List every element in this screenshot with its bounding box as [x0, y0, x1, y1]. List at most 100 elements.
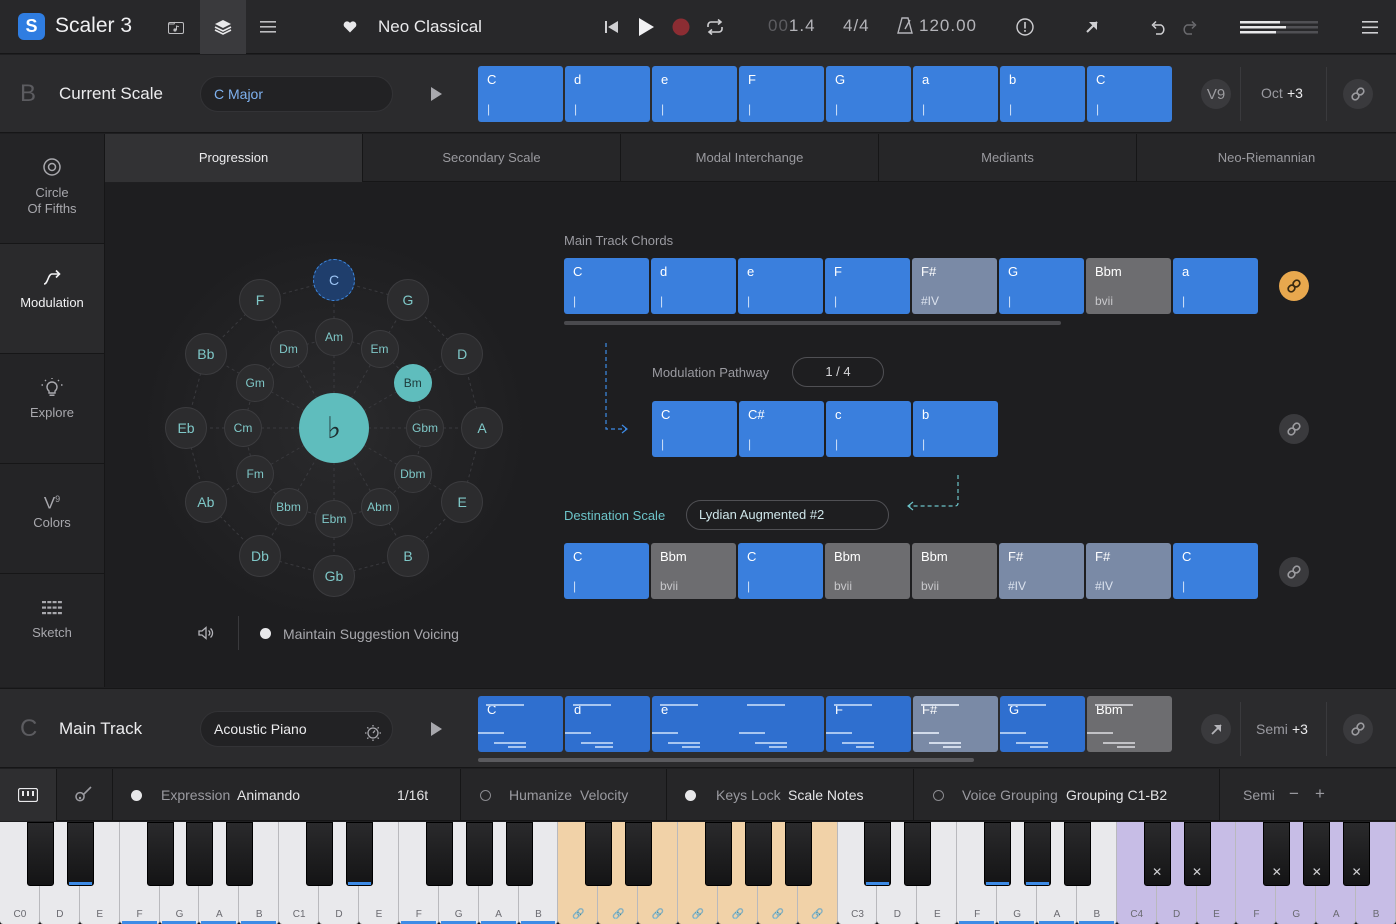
key-node-minor[interactable]: Bm	[393, 363, 432, 402]
key-node-major[interactable]: Ab	[184, 481, 227, 523]
alert-icon[interactable]	[1010, 0, 1040, 54]
piano-black-key[interactable]	[186, 822, 214, 886]
chord-block[interactable]: G |	[999, 258, 1084, 314]
undo-icon[interactable]	[1143, 0, 1173, 54]
chord-block[interactable]: d |	[565, 66, 650, 122]
track-chord-block[interactable]: Bbm	[1087, 696, 1172, 752]
tempo-value[interactable]: 120.00	[919, 16, 977, 36]
voice-grouping-toggle[interactable]	[933, 790, 944, 801]
key-node-minor[interactable]: Dbm	[393, 454, 432, 493]
chord-block[interactable]: C |	[564, 258, 649, 314]
key-node-major[interactable]: Db	[239, 535, 281, 578]
piano-black-key[interactable]	[505, 822, 533, 886]
destination-scale-selector[interactable]: Lydian Augmented #2	[686, 500, 889, 530]
piano-black-key[interactable]	[864, 822, 892, 886]
track-chord-block[interactable]: e	[652, 696, 824, 752]
chord-block[interactable]: C |	[738, 543, 823, 599]
key-node-major[interactable]: G	[387, 278, 429, 321]
semi-value[interactable]: +3	[1292, 721, 1308, 737]
keys-lock-value[interactable]: Scale Notes	[788, 787, 863, 803]
piano-black-key[interactable]	[585, 822, 613, 886]
tab-mediants[interactable]: Mediants	[879, 134, 1137, 182]
chord-block[interactable]: C |	[478, 66, 563, 122]
keyboard-view-icon[interactable]	[0, 769, 56, 821]
chord-block[interactable]: e |	[652, 66, 737, 122]
piano-black-key[interactable]	[984, 822, 1012, 886]
semi-minus-button[interactable]: −	[1289, 784, 1299, 804]
semi-plus-button[interactable]: +	[1315, 784, 1325, 804]
expression-rate[interactable]: 1/16t	[397, 787, 428, 803]
chord-block[interactable]: G |	[826, 66, 911, 122]
key-node-minor[interactable]: Abm	[360, 487, 399, 526]
chord-block[interactable]: a |	[913, 66, 998, 122]
piano-black-key[interactable]	[465, 822, 493, 886]
key-node-major[interactable]: C	[313, 259, 355, 301]
key-node-minor[interactable]: Em	[360, 330, 399, 369]
scale-link-icon[interactable]	[1343, 79, 1373, 109]
key-node-minor[interactable]: Gbm	[406, 409, 444, 447]
key-node-major[interactable]: Gb	[313, 555, 355, 597]
guitar-icon[interactable]	[74, 786, 92, 807]
voice-grouping-value[interactable]: Grouping C1-B2	[1066, 787, 1167, 803]
piano-black-key[interactable]: ✕	[1343, 822, 1371, 886]
octave-value[interactable]: +3	[1287, 85, 1303, 101]
piano-black-key[interactable]: ✕	[1143, 822, 1171, 886]
nav-sketch[interactable]: Sketch	[0, 574, 104, 684]
maintain-voicing-toggle[interactable]	[260, 628, 271, 639]
piano-black-key[interactable]: ✕	[1183, 822, 1211, 886]
chord-block[interactable]: C |	[1173, 543, 1258, 599]
key-node-major[interactable]: A	[461, 407, 503, 449]
key-node-major[interactable]: Bb	[184, 333, 227, 375]
chord-block[interactable]: a |	[1173, 258, 1258, 314]
chord-block[interactable]: Bbm bvii	[912, 543, 997, 599]
main-track-link-icon[interactable]	[1279, 271, 1309, 301]
piano-black-key[interactable]	[26, 822, 54, 886]
key-node-major[interactable]: B	[387, 535, 429, 578]
key-node-major[interactable]: F	[239, 278, 281, 321]
expression-toggle[interactable]	[131, 790, 142, 801]
piano-black-key[interactable]	[1063, 822, 1091, 886]
humanize-value[interactable]: Velocity	[580, 787, 628, 803]
tab-secondary-scale[interactable]: Secondary Scale	[363, 134, 621, 182]
track-chord-block[interactable]: G	[1000, 696, 1085, 752]
piano-black-key[interactable]	[704, 822, 732, 886]
heart-icon[interactable]	[328, 0, 372, 54]
pathway-link-icon[interactable]	[1279, 414, 1309, 444]
piano-black-key[interactable]	[146, 822, 174, 886]
track-chord-block[interactable]: F	[826, 696, 911, 752]
chord-block[interactable]: e |	[738, 258, 823, 314]
chord-block[interactable]: F# #IV	[999, 543, 1084, 599]
record-button[interactable]	[666, 0, 696, 54]
chord-block[interactable]: Bbm bvii	[651, 543, 736, 599]
key-node-major[interactable]: D	[441, 333, 484, 375]
layers-icon[interactable]	[200, 0, 246, 54]
tab-neo-riemannian[interactable]: Neo-Riemannian	[1137, 134, 1396, 182]
piano-black-key[interactable]	[66, 822, 94, 886]
chord-block[interactable]: Bbm bvii	[825, 543, 910, 599]
piano-black-key[interactable]: ✕	[1303, 822, 1331, 886]
track-chord-block[interactable]: F#	[913, 696, 998, 752]
piano-black-key[interactable]	[904, 822, 932, 886]
chord-block[interactable]: F |	[825, 258, 910, 314]
nav-colors[interactable]: V9 Colors	[0, 464, 104, 574]
nav-modulation[interactable]: Modulation	[0, 244, 104, 354]
scale-selector[interactable]: C Major	[200, 76, 393, 112]
skip-back-icon[interactable]	[596, 0, 626, 54]
track-link-icon[interactable]	[1343, 714, 1373, 744]
export-arrow-icon[interactable]	[1077, 0, 1107, 54]
instrument-selector[interactable]: Acoustic Piano	[200, 711, 393, 747]
chord-block[interactable]: F# #IV	[912, 258, 997, 314]
instrument-settings-icon[interactable]	[364, 720, 382, 754]
piano-black-key[interactable]	[226, 822, 254, 886]
chord-block[interactable]: C# |	[739, 401, 824, 457]
play-button[interactable]	[630, 0, 662, 54]
track-scrollbar[interactable]	[478, 758, 974, 762]
metronome-icon[interactable]	[897, 17, 913, 39]
pathway-counter[interactable]: 1 / 4	[792, 357, 884, 387]
time-signature[interactable]: 4/4	[843, 16, 870, 36]
piano-black-key[interactable]	[345, 822, 373, 886]
nav-circle-of-fifths[interactable]: Circle Of Fifths	[0, 134, 104, 244]
nav-explore[interactable]: Explore	[0, 354, 104, 464]
key-node-minor[interactable]: Bbm	[269, 487, 308, 526]
chord-block[interactable]: C |	[1087, 66, 1172, 122]
